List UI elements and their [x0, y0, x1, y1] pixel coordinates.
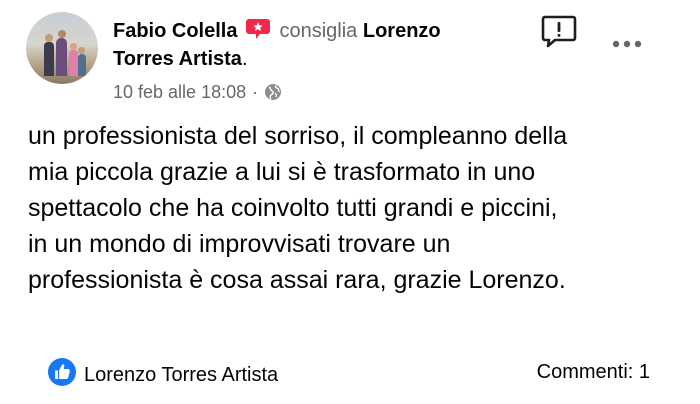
avatar-figure [78, 47, 85, 54]
recommend-icon [245, 18, 271, 39]
post-body-line: mia piccola grazie a lui si è trasformat… [28, 158, 536, 186]
meta-separator: · [252, 82, 259, 102]
avatar-figure [45, 34, 53, 42]
post-body-line: in un mondo di improvvisati trovare un [28, 230, 451, 258]
author-avatar[interactable] [26, 12, 98, 84]
avatar-figure [70, 43, 77, 50]
post-body-line: spettacolo che ha coinvolto tutti grandi… [28, 194, 558, 222]
author-name[interactable]: Fabio Colella [113, 20, 237, 42]
post-body-line: professionista è cosa assai rara, grazie… [28, 266, 566, 294]
recommend-action: consiglia [279, 20, 358, 42]
page-name-link[interactable]: Lorenzo [363, 20, 441, 42]
page-name-suffix: . [241, 48, 248, 70]
like-icon [48, 358, 84, 392]
reactions-summary[interactable]: Lorenzo Torres Artista [48, 358, 278, 392]
avatar-figure [78, 54, 86, 76]
more-icon [612, 40, 642, 48]
report-button[interactable] [540, 12, 578, 50]
post-header-continued: Torres Artista. [113, 46, 248, 72]
post-body-line: un professionista del sorriso, il comple… [28, 122, 568, 150]
post-meta: 10 feb alle 18:08 · [113, 80, 282, 104]
post-body: un professionista del sorriso, il comple… [28, 118, 678, 298]
page-name-link[interactable]: Torres Artista [113, 48, 242, 70]
post-timestamp[interactable]: 10 feb alle 18:08 [113, 80, 246, 104]
avatar-figure [69, 50, 78, 76]
avatar-figure [58, 30, 66, 38]
more-options-button[interactable] [607, 32, 647, 56]
post-header: Fabio Colella consiglia Lorenzo [113, 18, 441, 44]
report-icon [541, 15, 577, 48]
avatar-figure [44, 42, 54, 76]
comments-count[interactable]: Commenti: 1 [537, 358, 650, 386]
reaction-by: Lorenzo Torres Artista [84, 363, 279, 386]
globe-icon [264, 83, 282, 101]
avatar-figure [56, 38, 67, 76]
